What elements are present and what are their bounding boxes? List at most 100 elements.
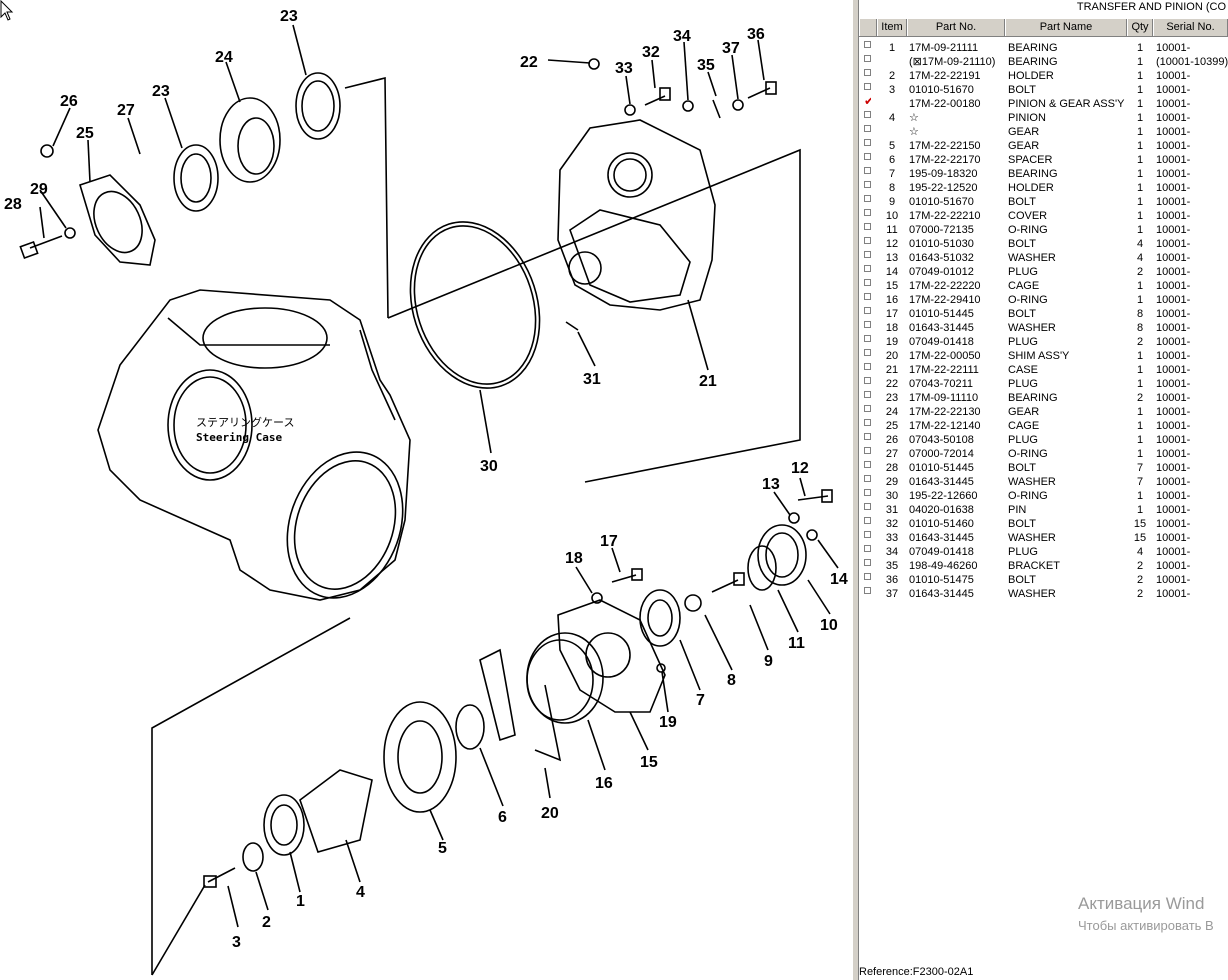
row-checkbox[interactable] <box>864 69 871 76</box>
row-checkbox[interactable] <box>864 559 871 566</box>
item-cell: 35 <box>885 560 899 572</box>
table-row[interactable]: 26 07043-50108 PLUG 1 10001- <box>859 433 1228 447</box>
pane-splitter[interactable] <box>852 0 859 980</box>
table-row[interactable]: 25 17M-22-12140 CAGE 1 10001- <box>859 419 1228 433</box>
row-checkbox[interactable] <box>864 517 871 524</box>
table-row[interactable]: 31 04020-01638 PIN 1 10001- <box>859 503 1228 517</box>
row-checkbox[interactable] <box>864 195 871 202</box>
table-row[interactable]: 15 17M-22-22220 CAGE 1 10001- <box>859 279 1228 293</box>
table-row[interactable]: 12 01010-51030 BOLT 4 10001- <box>859 237 1228 251</box>
row-checkbox[interactable] <box>864 167 871 174</box>
table-row[interactable]: 17 01010-51445 BOLT 8 10001- <box>859 307 1228 321</box>
checkmark-icon[interactable]: ✔ <box>864 97 871 104</box>
row-checkbox[interactable] <box>864 503 871 510</box>
table-row[interactable]: 35 198-49-46260 BRACKET 2 10001- <box>859 559 1228 573</box>
table-row[interactable]: 11 07000-72135 O-RING 1 10001- <box>859 223 1228 237</box>
row-checkbox[interactable] <box>864 405 871 412</box>
table-row[interactable]: 33 01643-31445 WASHER 15 10001- <box>859 531 1228 545</box>
header-part-no[interactable]: Part No. <box>907 19 1005 36</box>
row-checkbox[interactable] <box>864 153 871 160</box>
row-checkbox[interactable] <box>864 251 871 258</box>
qty-cell: 2 <box>1136 392 1144 404</box>
row-checkbox[interactable] <box>864 223 871 230</box>
serial-no-cell: 10001- <box>1156 84 1191 96</box>
part-name-cell: SHIM ASS'Y <box>1008 350 1070 362</box>
row-checkbox[interactable] <box>864 363 871 370</box>
serial-no-cell: 10001- <box>1156 112 1191 124</box>
item-cell: 10 <box>885 210 899 222</box>
row-checkbox[interactable] <box>864 545 871 552</box>
table-row[interactable]: 24 17M-22-22130 GEAR 1 10001- <box>859 405 1228 419</box>
row-checkbox[interactable] <box>864 391 871 398</box>
table-row[interactable]: 7 195-09-18320 BEARING 1 10001- <box>859 167 1228 181</box>
part-no-cell: 17M-22-22210 <box>909 210 981 222</box>
table-row[interactable]: 8 195-22-12520 HOLDER 1 10001- <box>859 181 1228 195</box>
svg-text:7: 7 <box>696 692 705 709</box>
header-part-name[interactable]: Part Name <box>1005 19 1127 36</box>
table-row[interactable]: 20 17M-22-00050 SHIM ASS'Y 1 10001- <box>859 349 1228 363</box>
row-checkbox[interactable] <box>864 307 871 314</box>
row-checkbox[interactable] <box>864 293 871 300</box>
row-checkbox[interactable] <box>864 41 871 48</box>
table-row[interactable]: 27 07000-72014 O-RING 1 10001- <box>859 447 1228 461</box>
table-row[interactable]: 21 17M-22-22111 CASE 1 10001- <box>859 363 1228 377</box>
table-row[interactable]: 37 01643-31445 WASHER 2 10001- <box>859 587 1228 601</box>
row-checkbox[interactable] <box>864 573 871 580</box>
table-row[interactable]: (⊠17M-09-21110) BEARING 1 (10001-10399) <box>859 55 1228 69</box>
row-checkbox[interactable] <box>864 335 871 342</box>
serial-no-cell: (10001-10399) <box>1156 56 1228 68</box>
guide-line-top <box>344 76 389 319</box>
row-checkbox[interactable] <box>864 279 871 286</box>
table-row[interactable]: 19 07049-01418 PLUG 2 10001- <box>859 335 1228 349</box>
table-row[interactable]: ☆ GEAR 1 10001- <box>859 125 1228 139</box>
row-checkbox[interactable] <box>864 237 871 244</box>
table-row[interactable]: 16 17M-22-29410 O-RING 1 10001- <box>859 293 1228 307</box>
table-row[interactable]: 22 07043-70211 PLUG 1 10001- <box>859 377 1228 391</box>
row-checkbox[interactable] <box>864 447 871 454</box>
row-checkbox[interactable] <box>864 419 871 426</box>
table-row[interactable]: 5 17M-22-22150 GEAR 1 10001- <box>859 139 1228 153</box>
table-row[interactable]: 6 17M-22-22170 SPACER 1 10001- <box>859 153 1228 167</box>
header-item[interactable]: Item <box>877 19 907 36</box>
item-cell: 9 <box>888 196 896 208</box>
row-checkbox[interactable] <box>864 587 871 594</box>
row-checkbox[interactable] <box>864 377 871 384</box>
header-serial-no[interactable]: Serial No. <box>1153 19 1228 36</box>
row-checkbox[interactable] <box>864 209 871 216</box>
table-row[interactable]: 10 17M-22-22210 COVER 1 10001- <box>859 209 1228 223</box>
row-checkbox[interactable] <box>864 55 871 62</box>
row-checkbox[interactable] <box>864 181 871 188</box>
row-checkbox[interactable] <box>864 433 871 440</box>
table-row[interactable]: 23 17M-09-11110 BEARING 2 10001- <box>859 391 1228 405</box>
table-row[interactable]: 29 01643-31445 WASHER 7 10001- <box>859 475 1228 489</box>
table-row[interactable]: 18 01643-31445 WASHER 8 10001- <box>859 321 1228 335</box>
row-checkbox[interactable] <box>864 321 871 328</box>
row-checkbox[interactable] <box>864 531 871 538</box>
table-row[interactable]: 34 07049-01418 PLUG 4 10001- <box>859 545 1228 559</box>
row-checkbox[interactable] <box>864 125 871 132</box>
row-checkbox[interactable] <box>864 139 871 146</box>
table-row[interactable]: ✔ 17M-22-00180 PINION & GEAR ASS'Y 1 10001- <box>859 97 1228 111</box>
row-checkbox[interactable] <box>864 265 871 272</box>
header-checkbox-column[interactable] <box>859 19 877 36</box>
header-qty[interactable]: Qty <box>1127 19 1153 36</box>
table-row[interactable]: 1 17M-09-21111 BEARING 1 10001- <box>859 41 1228 55</box>
table-row[interactable]: 9 01010-51670 BOLT 1 10001- <box>859 195 1228 209</box>
table-row[interactable]: 2 17M-22-22191 HOLDER 1 10001- <box>859 69 1228 83</box>
table-row[interactable]: 4 ☆ PINION 1 10001- <box>859 111 1228 125</box>
table-row[interactable]: 30 195-22-12660 O-RING 1 10001- <box>859 489 1228 503</box>
row-checkbox[interactable] <box>864 475 871 482</box>
row-checkbox[interactable] <box>864 461 871 468</box>
table-row[interactable]: 36 01010-51475 BOLT 2 10001- <box>859 573 1228 587</box>
row-checkbox[interactable] <box>864 349 871 356</box>
table-row[interactable]: 13 01643-51032 WASHER 4 10001- <box>859 251 1228 265</box>
row-checkbox[interactable] <box>864 111 871 118</box>
table-row[interactable]: 3 01010-51670 BOLT 1 10001- <box>859 83 1228 97</box>
row-checkbox[interactable] <box>864 489 871 496</box>
qty-cell: 1 <box>1136 70 1144 82</box>
item-cell: 1 <box>888 42 896 54</box>
table-row[interactable]: 14 07049-01012 PLUG 2 10001- <box>859 265 1228 279</box>
table-row[interactable]: 32 01010-51460 BOLT 15 10001- <box>859 517 1228 531</box>
table-row[interactable]: 28 01010-51445 BOLT 7 10001- <box>859 461 1228 475</box>
row-checkbox[interactable] <box>864 83 871 90</box>
